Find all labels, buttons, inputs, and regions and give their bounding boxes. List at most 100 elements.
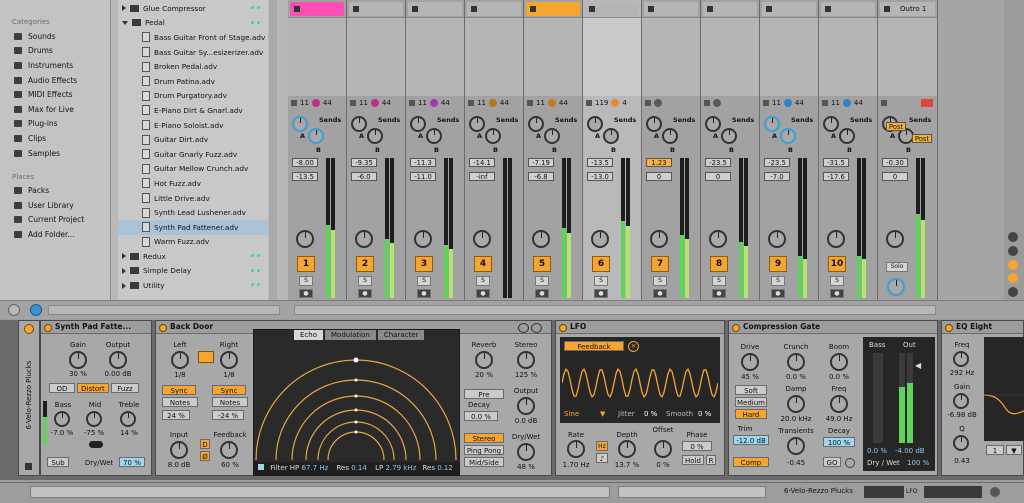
solo-button[interactable]: S — [653, 276, 667, 286]
track-color-ball-icon[interactable] — [783, 99, 792, 107]
mid-side-button[interactable]: Mid/Side — [464, 457, 504, 467]
place-current-project[interactable]: Current Project — [0, 213, 110, 228]
send-b-knob[interactable] — [603, 128, 619, 144]
send-a-knob[interactable] — [351, 116, 367, 132]
track-activator-button[interactable]: 4 — [474, 256, 492, 272]
track-pan-knob[interactable] — [355, 230, 373, 248]
lfo-display[interactable]: Feedback × Sine ▼ Jitter 0 % Smooth 0 % — [560, 337, 720, 423]
folder-row[interactable]: Glue Compressor — [118, 1, 268, 16]
play-clip-icon[interactable] — [294, 6, 300, 12]
damp-value[interactable]: 20.0 kHz — [775, 415, 817, 423]
track-color-ball-icon[interactable] — [429, 99, 438, 107]
clip-slot-area[interactable] — [701, 17, 759, 96]
output-value[interactable]: 0.00 dB — [99, 370, 137, 378]
drywet-knob[interactable] — [517, 443, 535, 461]
rate-hz-button[interactable]: Hz — [596, 441, 608, 451]
sends-toggle-icon[interactable] — [1008, 246, 1018, 256]
hard-button[interactable]: Hard — [735, 409, 767, 419]
mixer-horizontal-scrollbar[interactable] — [294, 305, 936, 315]
clip-slot-area[interactable] — [642, 17, 700, 96]
input-knob[interactable] — [170, 441, 188, 459]
track-pan-value[interactable]: -17.6 — [823, 172, 849, 181]
solo-button[interactable]: S — [417, 276, 431, 286]
link-icon[interactable] — [198, 351, 214, 363]
track-color-ball-icon[interactable] — [713, 99, 721, 107]
track-activator-button[interactable]: 2 — [356, 256, 374, 272]
track-pan-knob[interactable] — [473, 230, 491, 248]
echo-tab-echo[interactable]: Echo — [294, 330, 323, 340]
stop-clip-icon[interactable] — [412, 6, 418, 12]
eq-band-dropdown-icon[interactable]: ▼ — [1006, 445, 1022, 455]
clip-slot[interactable] — [526, 2, 580, 16]
track-pan-value[interactable]: -6.0 — [351, 172, 377, 181]
track-pan-value[interactable]: -13.5 — [292, 172, 318, 181]
send-b-knob[interactable] — [839, 128, 855, 144]
track-volume-value[interactable]: -23.5 — [764, 158, 790, 167]
track-pan-value[interactable]: -6.8 — [528, 172, 554, 181]
scene-label[interactable]: Outro 1 — [900, 5, 926, 13]
track-pan-knob[interactable] — [532, 230, 550, 248]
gain-knob[interactable] — [69, 351, 87, 369]
medium-button[interactable]: Medium — [735, 397, 767, 407]
track-activator-button[interactable]: 3 — [415, 256, 433, 272]
decay-value[interactable]: 100 % — [823, 437, 855, 447]
category-max-for-live[interactable]: Max for Live — [0, 102, 110, 117]
rack-title-bar[interactable]: 6-Velo-Rezzo Plucks — [18, 320, 40, 476]
track-activator-button[interactable]: 6 — [592, 256, 610, 272]
feedback-value[interactable]: 60 % — [214, 461, 246, 469]
send-b-knob[interactable] — [308, 128, 324, 144]
device-save-icon[interactable] — [531, 323, 542, 333]
file-row[interactable]: E-Piano Dirt & Gnarl.adv — [118, 103, 268, 118]
eq-q-value[interactable]: 0.43 — [942, 457, 982, 465]
folder-row[interactable]: Redux — [118, 249, 268, 264]
io-toggle-icon[interactable] — [1008, 232, 1018, 242]
preview-play-icon[interactable] — [30, 304, 42, 316]
track-pan-value[interactable]: 0 — [705, 172, 731, 181]
track-fold-icon[interactable] — [409, 100, 415, 106]
sub-button[interactable]: Sub — [47, 457, 69, 467]
track-pan-knob[interactable] — [591, 230, 609, 248]
send-b-knob[interactable] — [721, 128, 737, 144]
clip-slot-area[interactable] — [347, 17, 405, 96]
output-value[interactable]: 0.0 dB — [508, 417, 544, 425]
eq-display[interactable] — [984, 337, 1024, 441]
category-instruments[interactable]: Instruments — [0, 58, 110, 73]
left-value[interactable]: 1/8 — [166, 371, 194, 379]
track-volume-value[interactable]: -23.5 — [705, 158, 731, 167]
eq-freq-value[interactable]: 292 Hz — [942, 369, 982, 377]
solo-button[interactable]: S — [358, 276, 372, 286]
boom-value[interactable]: 0.0 % — [821, 373, 857, 381]
bass-knob[interactable] — [54, 411, 70, 427]
out-fader-icon[interactable]: ◀ — [915, 361, 921, 370]
solo-button[interactable]: S — [771, 276, 785, 286]
clip-slot[interactable] — [290, 2, 344, 16]
freq-knob[interactable] — [830, 395, 848, 413]
go-button[interactable]: GO — [823, 457, 841, 467]
browser-scrollbar[interactable] — [269, 0, 277, 300]
send-b-knob[interactable] — [544, 128, 560, 144]
right-value[interactable]: 1/8 — [214, 371, 244, 379]
input-value[interactable]: 8.0 dB — [162, 461, 196, 469]
device-overview-thumbnail-2[interactable] — [924, 486, 982, 498]
stop-clip-icon[interactable] — [648, 6, 654, 12]
category-clips[interactable]: Clips — [0, 131, 110, 146]
right-time-knob[interactable] — [220, 351, 238, 369]
track-color-ball-icon[interactable] — [311, 99, 320, 107]
category-samples[interactable]: Samples — [0, 146, 110, 161]
drywet-value[interactable]: 100 % — [907, 459, 929, 467]
crunch-value[interactable]: 0.0 % — [777, 373, 815, 381]
feedback-knob[interactable] — [220, 441, 238, 459]
drive-knob[interactable] — [741, 353, 759, 371]
lp-value[interactable]: 2.79 kHz — [385, 464, 416, 472]
damp-knob[interactable] — [787, 395, 805, 413]
track-pan-value[interactable]: 0 — [882, 172, 908, 181]
track-activator-button[interactable]: 5 — [533, 256, 551, 272]
stereo-mode-button[interactable]: Stereo — [464, 433, 504, 443]
track-pan-value[interactable]: -11.0 — [410, 172, 436, 181]
clip-slot[interactable] — [703, 2, 757, 16]
stop-clip-icon[interactable] — [825, 6, 831, 12]
reverb-knob[interactable] — [475, 351, 493, 369]
device-title[interactable]: LFO — [556, 321, 724, 334]
send-b-knob[interactable] — [485, 128, 501, 144]
place-packs[interactable]: Packs — [0, 183, 110, 198]
